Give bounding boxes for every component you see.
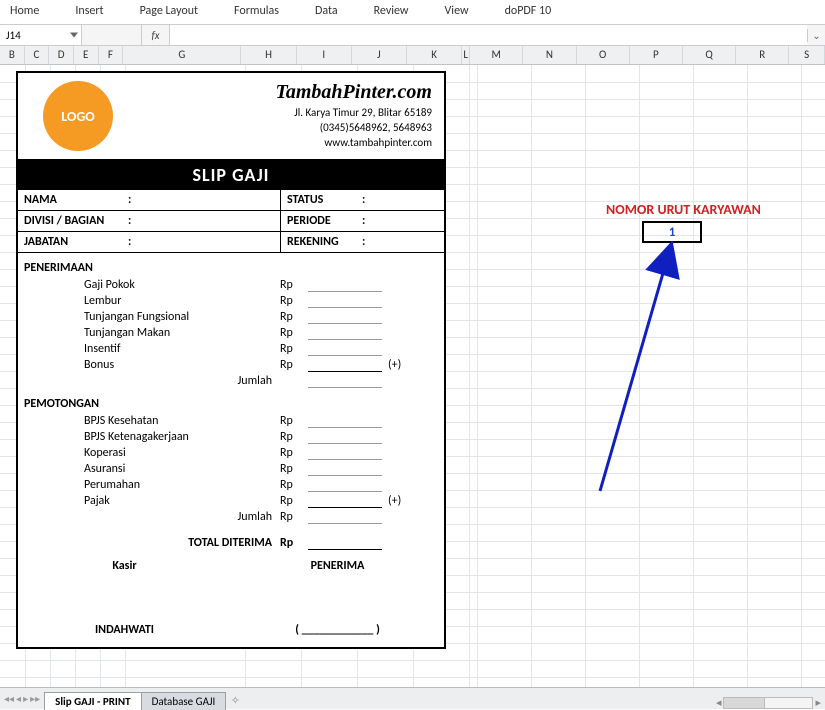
- horizontal-scrollbar[interactable]: ◂▸: [716, 696, 825, 709]
- col-header-Q[interactable]: Q: [683, 46, 736, 64]
- line-item: BPJS KesehatanRp: [18, 413, 444, 429]
- value-jabatan: [140, 232, 280, 252]
- menu-view[interactable]: View: [445, 4, 469, 18]
- formula-input[interactable]: [170, 25, 807, 45]
- tab-slip-gaji-print[interactable]: Slip GAJI - PRINT: [44, 692, 141, 710]
- col-header-D[interactable]: D: [49, 46, 74, 64]
- value-rekening: [374, 232, 444, 252]
- menu-formulas[interactable]: Formulas: [234, 4, 279, 18]
- line-item: AsuransiRp: [18, 461, 444, 477]
- formula-bar: J14 fx ⌄: [0, 24, 825, 46]
- col-header-S[interactable]: S: [789, 46, 824, 64]
- label-status: STATUS: [280, 190, 362, 210]
- signature-names: INDAHWATI ( ____________ ): [18, 623, 444, 647]
- col-header-N[interactable]: N: [523, 46, 576, 64]
- arrow-annotation: [560, 241, 710, 501]
- value-nama: [140, 190, 280, 210]
- col-header-B[interactable]: B: [0, 46, 25, 64]
- col-header-E[interactable]: E: [74, 46, 99, 64]
- col-header-G[interactable]: G: [123, 46, 241, 64]
- company-name: TambahPinter.com: [142, 81, 432, 104]
- sig-penerima-name: ( ____________ ): [231, 623, 444, 637]
- label-divisi: DIVISI / BAGIAN: [18, 211, 128, 231]
- sig-kasir-name: INDAHWATI: [18, 623, 231, 637]
- menu-data[interactable]: Data: [315, 4, 338, 18]
- pemotongan-jumlah: Jumlah Rp: [18, 509, 444, 525]
- name-box-value: J14: [6, 29, 21, 42]
- line-item: Tunjangan MakanRp: [18, 325, 444, 341]
- company-info: TambahPinter.com Jl. Karya Timur 29, Bli…: [138, 73, 444, 159]
- section-pemotongan: PEMOTONGAN: [18, 389, 444, 413]
- signature-headers: Kasir PENERIMA: [18, 551, 444, 577]
- fx-button[interactable]: fx: [142, 25, 170, 45]
- name-box[interactable]: J14: [0, 25, 82, 45]
- sheet-area[interactable]: LOGO TambahPinter.com Jl. Karya Timur 29…: [0, 65, 825, 701]
- col-header-L[interactable]: L: [462, 46, 470, 64]
- col-header-H[interactable]: H: [241, 46, 296, 64]
- line-item: PajakRp(+): [18, 493, 444, 509]
- penerimaan-jumlah: Jumlah: [18, 373, 444, 389]
- line-item: Tunjangan FungsionalRp: [18, 309, 444, 325]
- menu-review[interactable]: Review: [374, 4, 409, 18]
- total-diterima: TOTAL DITERIMA Rp: [18, 535, 444, 551]
- spreadsheet-grid[interactable]: BCDEFGHIJKLMNOPQRS LOGO TambahPinter.com…: [0, 46, 825, 701]
- dropdown-icon[interactable]: [70, 33, 78, 38]
- tab-database-gaji[interactable]: Database GAJI: [141, 692, 227, 710]
- line-item: BonusRp(+): [18, 357, 444, 373]
- col-header-I[interactable]: I: [297, 46, 352, 64]
- logo-cell: LOGO: [18, 73, 138, 159]
- label-rekening: REKENING: [280, 232, 362, 252]
- value-divisi: [140, 211, 280, 231]
- menu-bar: Home Insert Page Layout Formulas Data Re…: [0, 0, 825, 24]
- column-headers[interactable]: BCDEFGHIJKLMNOPQRS: [0, 46, 825, 65]
- slip-title: SLIP GAJI: [18, 160, 444, 190]
- col-header-R[interactable]: R: [736, 46, 789, 64]
- col-header-F[interactable]: F: [99, 46, 124, 64]
- sheet-tab-bar: ◂◂◂▸▸▸ Slip GAJI - PRINT Database GAJI ✧…: [0, 687, 825, 709]
- col-header-C[interactable]: C: [25, 46, 50, 64]
- col-header-J[interactable]: J: [352, 46, 407, 64]
- line-item: PerumahanRp: [18, 477, 444, 493]
- value-status: [374, 190, 444, 210]
- col-header-M[interactable]: M: [470, 46, 523, 64]
- label-nama: NAMA: [18, 190, 128, 210]
- formula-expand-icon[interactable]: ⌄: [807, 29, 825, 42]
- line-item: Gaji PokokRp: [18, 277, 444, 293]
- line-item: KoperasiRp: [18, 445, 444, 461]
- menu-insert[interactable]: Insert: [75, 4, 103, 18]
- new-sheet-icon[interactable]: ✧: [225, 692, 245, 709]
- line-item: LemburRp: [18, 293, 444, 309]
- company-addr2: (0345)5648962, 5648963: [142, 121, 432, 134]
- sig-kasir-label: Kasir: [18, 559, 231, 573]
- menu-home[interactable]: Home: [10, 4, 39, 18]
- menu-page-layout[interactable]: Page Layout: [140, 4, 198, 18]
- sig-penerima-label: PENERIMA: [231, 559, 444, 573]
- tab-nav-buttons[interactable]: ◂◂◂▸▸▸: [0, 688, 44, 709]
- col-header-P[interactable]: P: [630, 46, 683, 64]
- nomor-urut-value[interactable]: 1: [642, 221, 702, 243]
- line-item: BPJS KetenagakerjaanRp: [18, 429, 444, 445]
- label-jabatan: JABATAN: [18, 232, 128, 252]
- col-header-K[interactable]: K: [407, 46, 462, 64]
- value-periode: [374, 211, 444, 231]
- label-periode: PERIODE: [280, 211, 362, 231]
- col-header-O[interactable]: O: [577, 46, 630, 64]
- nomor-urut-label: NOMOR URUT KARYAWAN: [606, 201, 761, 218]
- company-addr1: Jl. Karya Timur 29, Blitar 65189: [142, 106, 432, 119]
- logo: LOGO: [43, 81, 113, 151]
- menu-dopdf[interactable]: doPDF 10: [505, 4, 552, 18]
- info-block: NAMA : STATUS : DIVISI / BAGIAN : PERIOD…: [18, 190, 444, 253]
- slip-document: LOGO TambahPinter.com Jl. Karya Timur 29…: [16, 71, 446, 649]
- company-addr3: www.tambahpinter.com: [142, 136, 432, 149]
- line-item: InsentifRp: [18, 341, 444, 357]
- section-penerimaan: PENERIMAAN: [18, 253, 444, 277]
